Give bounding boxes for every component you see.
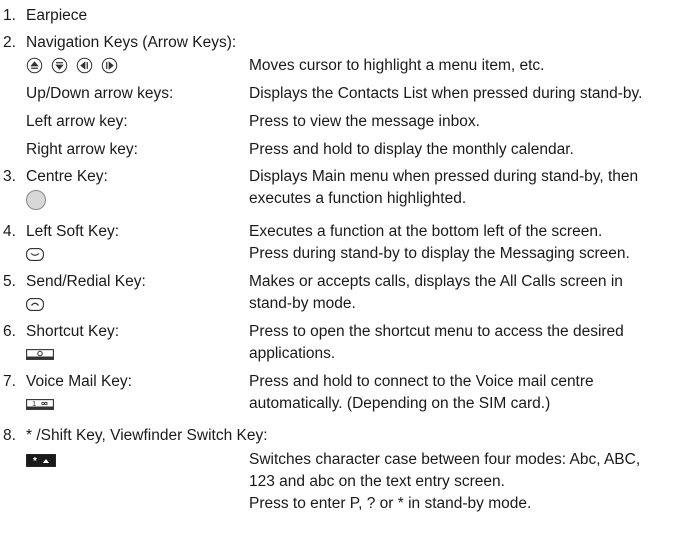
item-description: Switches character case between four mod…	[249, 451, 641, 468]
item-number: 2.	[3, 34, 16, 51]
item-description-cont: applications.	[249, 345, 336, 362]
star-key-icon: *	[26, 453, 56, 467]
item-label: Send/Redial Key:	[26, 273, 146, 290]
left-arrow-icon	[76, 57, 93, 74]
item-voicemail-key: 7. Voice Mail Key: Press and hold to con…	[0, 371, 682, 417]
item-left-soft-key: 4. Left Soft Key: Executes a function at…	[0, 221, 682, 267]
voicemail-key-icon: 1	[26, 399, 54, 410]
send-key-icon	[26, 297, 44, 311]
item-label: * /Shift Key, Viewfinder Switch Key:	[26, 427, 268, 444]
item-number: 1.	[3, 7, 16, 24]
item-description-cont: Press to enter P, ? or * in stand-by mod…	[249, 495, 532, 512]
item-number: 8.	[3, 427, 16, 444]
item-label: Shortcut Key:	[26, 323, 120, 340]
centre-key-icon	[26, 190, 46, 210]
manual-page: 1. Earpiece 2. Navigation Keys (Arrow Ke…	[0, 0, 682, 559]
left-soft-key-icon	[26, 247, 44, 261]
item-centre-key: 3. Centre Key: Displays Main menu when p…	[0, 166, 682, 216]
item-description-cont: automatically. (Depending on the SIM car…	[249, 395, 551, 412]
item-label: Navigation Keys (Arrow Keys):	[26, 34, 237, 51]
item-number: 4.	[3, 223, 16, 240]
item-number: 3.	[3, 168, 16, 185]
item-label: Earpiece	[26, 7, 88, 24]
item-label: Centre Key:	[26, 168, 108, 185]
item-description: Press and hold to display the monthly ca…	[249, 141, 574, 158]
svg-text:*: *	[33, 456, 37, 467]
item-description: Displays the Contacts List when pressed …	[249, 85, 643, 102]
item-label: Voice Mail Key:	[26, 373, 132, 390]
down-arrow-icon	[51, 57, 68, 74]
item-number: 5.	[3, 273, 16, 290]
sub-label: Right arrow key:	[26, 141, 138, 158]
item-number: 6.	[3, 323, 16, 340]
item-label: Left Soft Key:	[26, 223, 120, 240]
up-arrow-icon	[26, 57, 43, 74]
sub-label: Left arrow key:	[26, 113, 128, 130]
item-description: Press to view the message inbox.	[249, 113, 480, 130]
item-description-cont: 123 and abc on the text entry screen.	[249, 473, 505, 490]
item-description-cont: Press during stand-by to display the Mes…	[249, 245, 630, 262]
item-star-shift-key: 8. * /Shift Key, Viewfinder Switch Key: …	[0, 425, 682, 535]
item-send-redial-key: 5. Send/Redial Key: Makes or accepts cal…	[0, 271, 682, 317]
shortcut-key-icon	[26, 348, 54, 360]
item-number: 7.	[3, 373, 16, 390]
sub-label: Up/Down arrow keys:	[26, 85, 174, 102]
item-shortcut-key: 6. Shortcut Key: Press to open the short…	[0, 321, 682, 367]
right-arrow-icon	[101, 57, 118, 74]
item-description: Displays Main menu when pressed during s…	[249, 168, 639, 185]
svg-text:1: 1	[32, 399, 36, 408]
item-description-cont: stand-by mode.	[249, 295, 356, 312]
item-description: Press and hold to connect to the Voice m…	[249, 373, 594, 390]
arrow-icons	[26, 57, 118, 74]
item-description: Makes or accepts calls, displays the All…	[249, 273, 623, 290]
item-description-cont: executes a function highlighted.	[249, 190, 467, 207]
item-description: Press to open the shortcut menu to acces…	[249, 323, 624, 340]
item-description: Executes a function at the bottom left o…	[249, 223, 603, 240]
item-description: Moves cursor to highlight a menu item, e…	[249, 57, 545, 74]
